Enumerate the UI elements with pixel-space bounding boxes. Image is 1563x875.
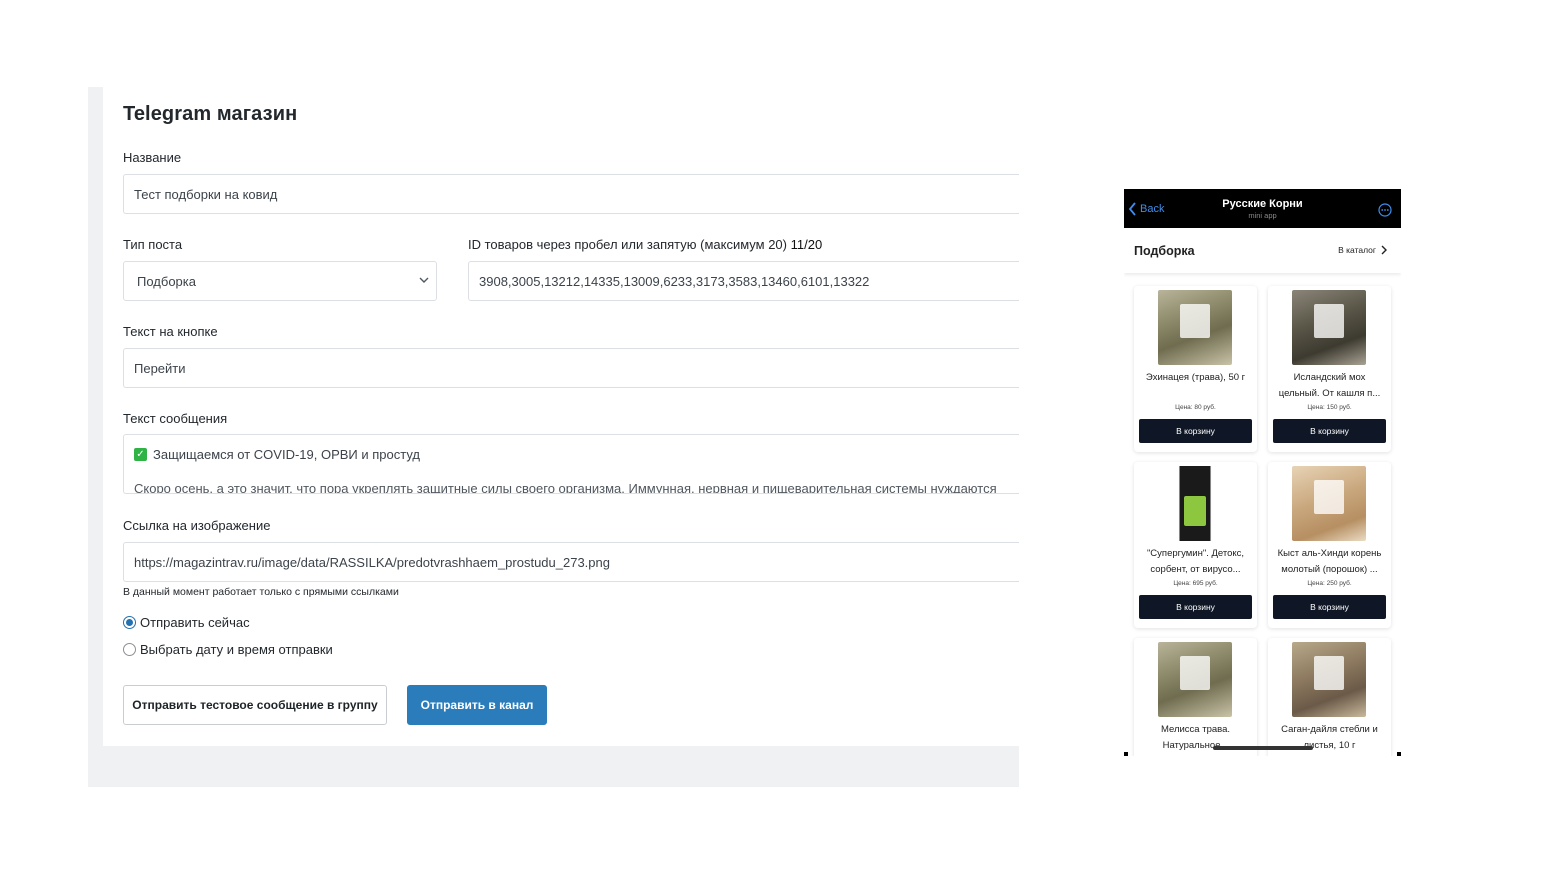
product-name[interactable]: "Супергумин". Детокс, сорбент, от вирусо… [1138,546,1253,577]
post-type-select[interactable]: Подборка [123,261,437,301]
image-link-label: Ссылка на изображение [123,518,271,533]
more-options-icon[interactable] [1378,203,1392,217]
product-ids-input[interactable]: 3908,3005,13212,14335,13009,6233,3173,35… [468,261,1019,301]
product-ids-label-text: ID товаров через пробел или запятую (мак… [468,237,787,252]
product-card[interactable]: Кыст аль-Хинди корень молотый (порошок) … [1268,462,1391,628]
product-card[interactable]: Саган-дайля стебли и листья, 10 г [1268,638,1391,756]
radio-circle-unchecked[interactable] [123,643,136,656]
product-price: Цена: 150 руб. [1307,404,1352,411]
product-card[interactable]: Исландский мох цельный. От кашля п... Цен… [1268,286,1391,452]
package-label-decoration [1180,656,1210,690]
catalog-link[interactable]: В каталог [1338,245,1387,255]
product-image[interactable] [1158,466,1232,541]
section-title: Подборка [1134,244,1195,258]
corner-mark [1124,752,1128,756]
admin-form-card: Telegram магазин Название Тест подборки … [103,87,1019,746]
button-text-label: Текст на кнопке [123,324,218,339]
product-image[interactable] [1292,642,1366,717]
name-label: Название [123,150,182,165]
message-textarea[interactable]: ✓ Защищаемся от COVID-19, ОРВИ и простуд… [123,434,1019,494]
add-to-cart-button[interactable]: В корзину [1273,595,1386,619]
phone-mini-app: Back Русские Корни mini app Подборка В к… [1124,189,1401,756]
radio-schedule[interactable]: Выбрать дату и время отправки [123,642,333,657]
product-ids-label: ID товаров через пробел или запятую (мак… [468,237,822,252]
name-input[interactable]: Тест подборки на ковид [123,174,1019,214]
message-line1-text: Защищаемся от COVID-19, ОРВИ и простуд [153,447,421,462]
section-bar: Подборка В каталог [1124,228,1401,273]
radio-circle-checked[interactable] [123,616,136,629]
catalog-link-label: В каталог [1338,245,1376,255]
admin-panel-background: Telegram магазин Название Тест подборки … [88,87,1019,787]
message-line2-text: Скоро осень, а это значит, что пора укре… [134,481,997,494]
page-title: Telegram магазин [123,103,298,125]
send-to-channel-button[interactable]: Отправить в канал [407,685,547,725]
corner-mark [1397,752,1401,756]
message-label: Текст сообщения [123,411,228,426]
chevron-right-icon [1381,245,1387,255]
button-text-input[interactable]: Перейти [123,348,1019,388]
product-name[interactable]: Кыст аль-Хинди корень молотый (порошок) … [1272,546,1387,577]
product-card[interactable]: "Супергумин". Детокс, сорбент, от вирусо… [1134,462,1257,628]
product-image[interactable] [1292,290,1366,365]
send-test-button[interactable]: Отправить тестовое сообщение в группу [123,685,387,725]
radio-schedule-label: Выбрать дату и время отправки [140,642,333,657]
app-header: Back Русские Корни mini app [1124,189,1401,228]
add-to-cart-button[interactable]: В корзину [1273,419,1386,443]
package-label-decoration [1314,304,1344,338]
product-image[interactable] [1292,466,1366,541]
product-price: Цена: 80 руб. [1175,404,1216,411]
app-title: Русские Корни [1222,198,1303,210]
product-name[interactable]: Эхинацея (трава), 50 г [1138,370,1253,401]
post-type-label: Тип поста [123,237,183,252]
package-label-decoration [1314,480,1344,514]
product-card[interactable]: Эхинацея (трава), 50 г Цена: 80 руб. В кор… [1134,286,1257,452]
product-price: Цена: 695 руб. [1173,580,1218,587]
message-first-line: ✓ Защищаемся от COVID-19, ОРВИ и простуд [134,447,1009,462]
radio-send-now[interactable]: Отправить сейчас [123,615,250,630]
product-ids-value: 3908,3005,13212,14335,13009,6233,3173,35… [479,273,870,289]
name-input-value: Тест подборки на ковид [134,186,278,202]
radio-send-now-label: Отправить сейчас [140,615,250,630]
product-image[interactable] [1158,642,1232,717]
home-indicator [1213,746,1313,750]
button-text-value: Перейти [134,360,186,376]
package-label-decoration [1180,304,1210,338]
product-ids-counter: 11/20 [790,237,823,252]
product-name[interactable]: Исландский мох цельный. От кашля п... [1272,370,1387,401]
chevron-down-icon [419,277,429,283]
package-label-decoration [1314,656,1344,690]
add-to-cart-button[interactable]: В корзину [1139,419,1252,443]
product-card[interactable]: Мелисса трава. Натуральное... [1134,638,1257,756]
image-link-input[interactable]: https://magazintrav.ru/image/data/RASSIL… [123,542,1019,582]
app-subtitle: mini app [1248,211,1277,220]
bottle-label-decoration [1184,496,1206,526]
post-type-value: Подборка [137,273,196,289]
check-mark-icon: ✓ [134,448,147,461]
product-price: Цена: 250 руб. [1307,580,1352,587]
image-link-hint: В данный момент работает только с прямым… [123,586,399,598]
image-link-value: https://magazintrav.ru/image/data/RASSIL… [134,554,610,570]
product-image[interactable] [1158,290,1232,365]
add-to-cart-button[interactable]: В корзину [1139,595,1252,619]
